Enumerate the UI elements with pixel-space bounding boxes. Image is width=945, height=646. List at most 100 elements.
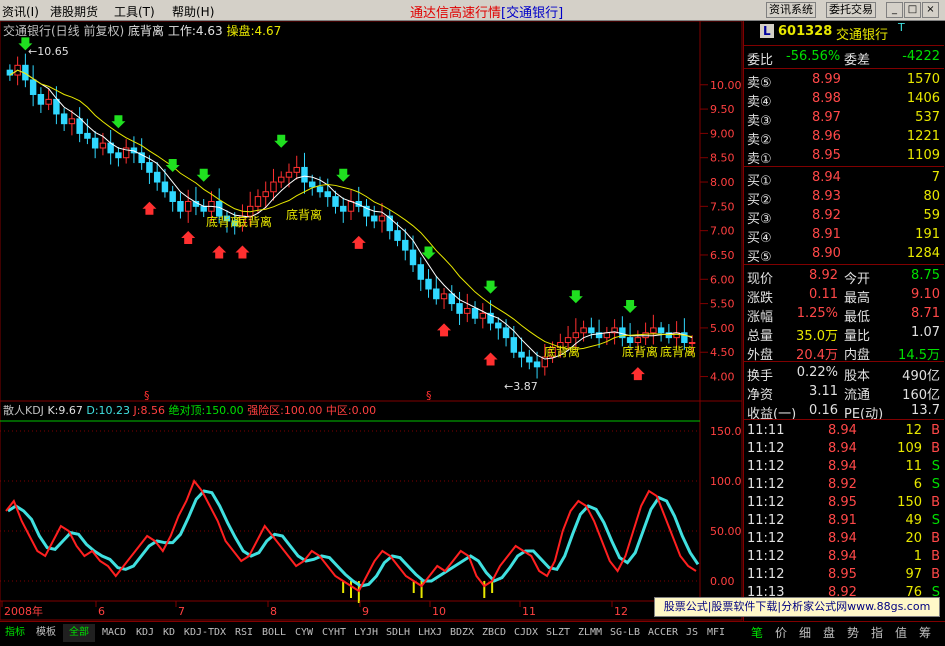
indicator-tab[interactable]: SLZT [543, 624, 573, 642]
tick-row: 11:12 8.91 49 S [744, 512, 944, 531]
order-label: 卖① [747, 152, 772, 167]
sell-signal-arrow [568, 290, 583, 304]
panel-tab[interactable]: 细 [794, 623, 816, 643]
stock-code: 601328 [778, 24, 833, 39]
stat-value: 0.16 [809, 403, 838, 418]
divergence-label: 底背离 [622, 344, 658, 359]
candle [479, 303, 487, 329]
order-label: 买③ [747, 212, 772, 227]
indicator-tab[interactable]: 模板 [31, 624, 61, 642]
indicator-tab[interactable]: LYJH [351, 624, 381, 642]
high-price-label: ←10.65 [28, 45, 69, 58]
panel-tab[interactable]: 盘 [818, 623, 840, 643]
close-button[interactable]: × [922, 2, 939, 18]
chart-frame [0, 21, 743, 621]
stock-title: 交通银行(日线 前复权) 底背离 工作:4.63 操盘:4.67 [3, 23, 281, 38]
panel-tab[interactable]: 笔 [746, 623, 768, 643]
tick-volume: 11 [905, 459, 922, 474]
buy-signal-arrow [181, 230, 196, 244]
app-title-sub: [交通银行] [501, 6, 564, 21]
trade-button[interactable]: 委托交易 [826, 2, 876, 18]
indicator-tab[interactable]: JS [683, 624, 701, 642]
buy-signal-arrow [142, 201, 157, 215]
kdj-header: 散人KDJ K:9.67 D:10.23 J:8.56 绝对顶:150.00 强… [3, 403, 376, 417]
price-tick-label: 5.00 [710, 322, 735, 335]
candle [363, 199, 370, 227]
indicator-tab[interactable]: KDJ-TDX [181, 624, 229, 642]
indicator-tab[interactable]: 指标 [1, 624, 29, 642]
menu-info[interactable]: 资讯(I) [2, 3, 39, 20]
order-book-row: 买④ 8.91 191 [744, 226, 944, 246]
indicator-tab[interactable]: MACD [97, 624, 131, 642]
menu-tools[interactable]: 工具(T) [114, 3, 155, 20]
indicator-tab[interactable]: KD [159, 624, 179, 642]
panel-tab[interactable]: 筹 [914, 623, 936, 643]
separator [744, 68, 944, 69]
minimize-button[interactable]: _ [886, 2, 903, 18]
tick-price: 8.94 [828, 441, 857, 456]
panel-tab[interactable]: 指 [866, 623, 888, 643]
indicator-tab[interactable]: KDJ [133, 624, 157, 642]
tick-row: 11:12 8.94 11 S [744, 458, 944, 477]
order-volume: 1406 [906, 91, 940, 106]
candle [29, 65, 37, 107]
indicator-tab[interactable]: CJDX [511, 624, 541, 642]
stat-row: 净资 3.11 流通 160亿 [744, 383, 944, 403]
order-price: 8.91 [812, 227, 841, 242]
indicator-tab[interactable]: SDLH [383, 624, 413, 642]
indicator-tab[interactable]: ZBCD [479, 624, 509, 642]
candle [371, 205, 378, 229]
kline-chart[interactable]: 10.00 9.50 9.00 8.50 8.00 7.50 7.00 6.50 6.00 5.5… [0, 21, 743, 621]
indicator-tab[interactable]: ACCER [645, 624, 681, 642]
indicator-tab[interactable]: BOLL [259, 624, 289, 642]
separator [744, 419, 944, 420]
panel-tab[interactable]: 价 [770, 623, 792, 643]
indicator-tab[interactable]: ZLMM [575, 624, 605, 642]
trade-flag: T [898, 21, 905, 34]
date-label: 12 [614, 605, 628, 618]
tick-side: B [931, 441, 940, 456]
tick-price: 8.91 [828, 513, 857, 528]
candle [262, 181, 269, 209]
low-price-label: ←3.87 [504, 380, 538, 393]
date-label: 9 [362, 605, 369, 618]
panel-tab[interactable]: 势 [842, 623, 864, 643]
indicator-tab[interactable]: 全部 [63, 624, 95, 642]
buy-signal-arrow [483, 352, 498, 366]
info-system-button[interactable]: 资讯系统 [766, 2, 816, 18]
stat-label: 涨跌 [747, 291, 774, 306]
indicator-tab[interactable]: BDZX [447, 624, 477, 642]
price-tick-label: 7.50 [710, 200, 735, 213]
candle [456, 291, 463, 325]
order-label: 卖③ [747, 114, 772, 129]
menu-hk-futures[interactable]: 港股期货 [50, 3, 98, 20]
stat-value: 0.11 [809, 287, 838, 302]
ad-banner[interactable]: 股票公式|股票软件下载|分析家公式网www.88gs.com [654, 597, 940, 617]
indicator-tab[interactable]: LHXJ [415, 624, 445, 642]
section-mark: § [426, 389, 432, 402]
stat-value: 0.22% [796, 365, 838, 380]
tick-side: S [931, 477, 940, 492]
stat-row: 涨幅 1.25% 最低 8.71 [744, 305, 944, 325]
indicator-tab[interactable]: CYW [291, 624, 317, 642]
divergence-label: 底背离 [544, 344, 580, 359]
indicator-tab[interactable]: MFI [703, 624, 729, 642]
maximize-button[interactable]: □ [904, 2, 921, 18]
panel-tab[interactable]: 值 [890, 623, 912, 643]
order-volume: 59 [923, 208, 940, 223]
buy-signal-arrow [351, 235, 366, 249]
stat-label: 最低 [844, 310, 871, 325]
order-book-row: 卖④ 8.98 1406 [744, 90, 944, 110]
candle [650, 314, 657, 345]
date-axis: 2008年 6 7 8 9 10 11 12 [1, 601, 628, 618]
tick-time: 11:12 [747, 477, 785, 492]
indicator-tab[interactable]: SG-LB [607, 624, 643, 642]
order-volume: 80 [923, 189, 940, 204]
order-book-row: 卖② 8.96 1221 [744, 128, 944, 148]
menu-help[interactable]: 帮助(H) [172, 3, 214, 20]
indicator-tab[interactable]: CYHT [319, 624, 349, 642]
commission-ratio-row: 委比 -56.56% 委差 -4222 [744, 48, 944, 68]
indicator-tab[interactable]: RSI [231, 624, 257, 642]
tick-side: B [931, 495, 940, 510]
tick-price: 8.94 [828, 423, 857, 438]
